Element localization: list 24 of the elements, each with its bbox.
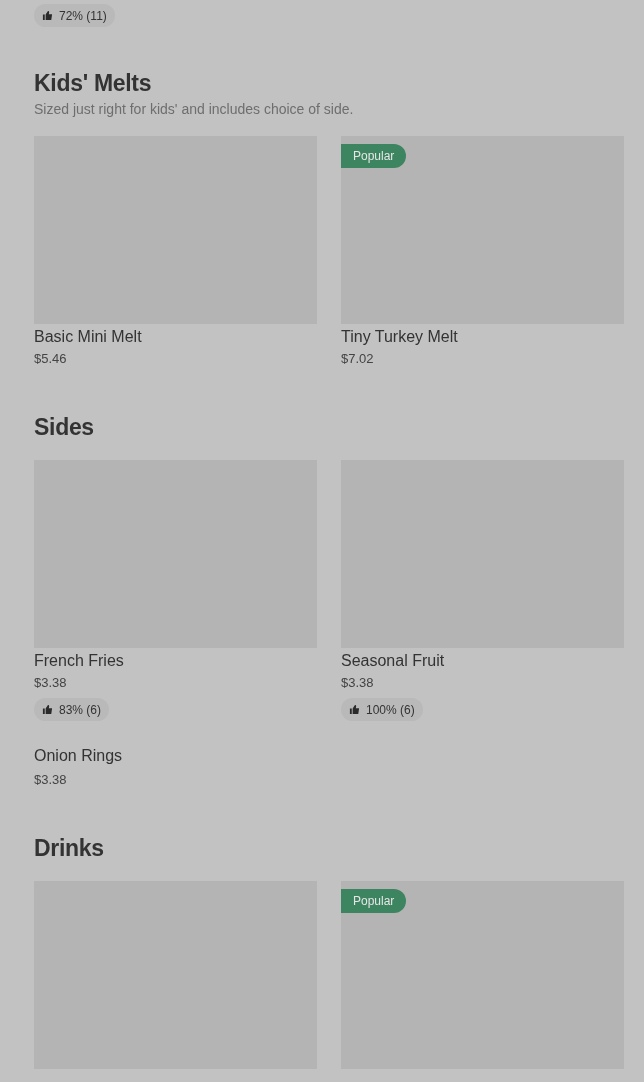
item-name[interactable]: Tiny Turkey Melt <box>341 326 458 348</box>
section-description: Sized just right for kids' and includes choice of side. <box>34 100 355 119</box>
item-price: $3.38 <box>341 674 374 692</box>
item-price: $7.02 <box>341 350 374 368</box>
section-heading: Sides <box>34 413 95 442</box>
item-price: $3.38 <box>34 674 67 692</box>
rating-badge: 72% (11) <box>34 4 115 27</box>
popular-badge: Popular <box>341 144 407 168</box>
section-heading: Kids' Melts <box>34 69 153 98</box>
section-heading: Drinks <box>34 834 105 863</box>
item-name[interactable]: Onion Rings <box>34 745 123 767</box>
thumbs-up-icon <box>42 10 53 21</box>
item-name[interactable]: Basic Mini Melt <box>34 326 142 348</box>
thumbs-up-icon <box>349 704 360 715</box>
image-placeholder[interactable]: Popular <box>341 881 624 1069</box>
rating-badge: 83% (6) <box>34 698 110 721</box>
popular-badge: Popular <box>341 889 407 913</box>
item-price: $3.38 <box>34 771 67 789</box>
rating-badge: 100% (6) <box>341 698 423 721</box>
item-price: $5.46 <box>34 350 67 368</box>
thumbs-up-icon <box>42 704 53 715</box>
item-name[interactable]: Seasonal Fruit <box>341 650 445 672</box>
image-placeholder[interactable]: Popular <box>341 136 624 324</box>
item-name[interactable]: French Fries <box>34 650 124 672</box>
